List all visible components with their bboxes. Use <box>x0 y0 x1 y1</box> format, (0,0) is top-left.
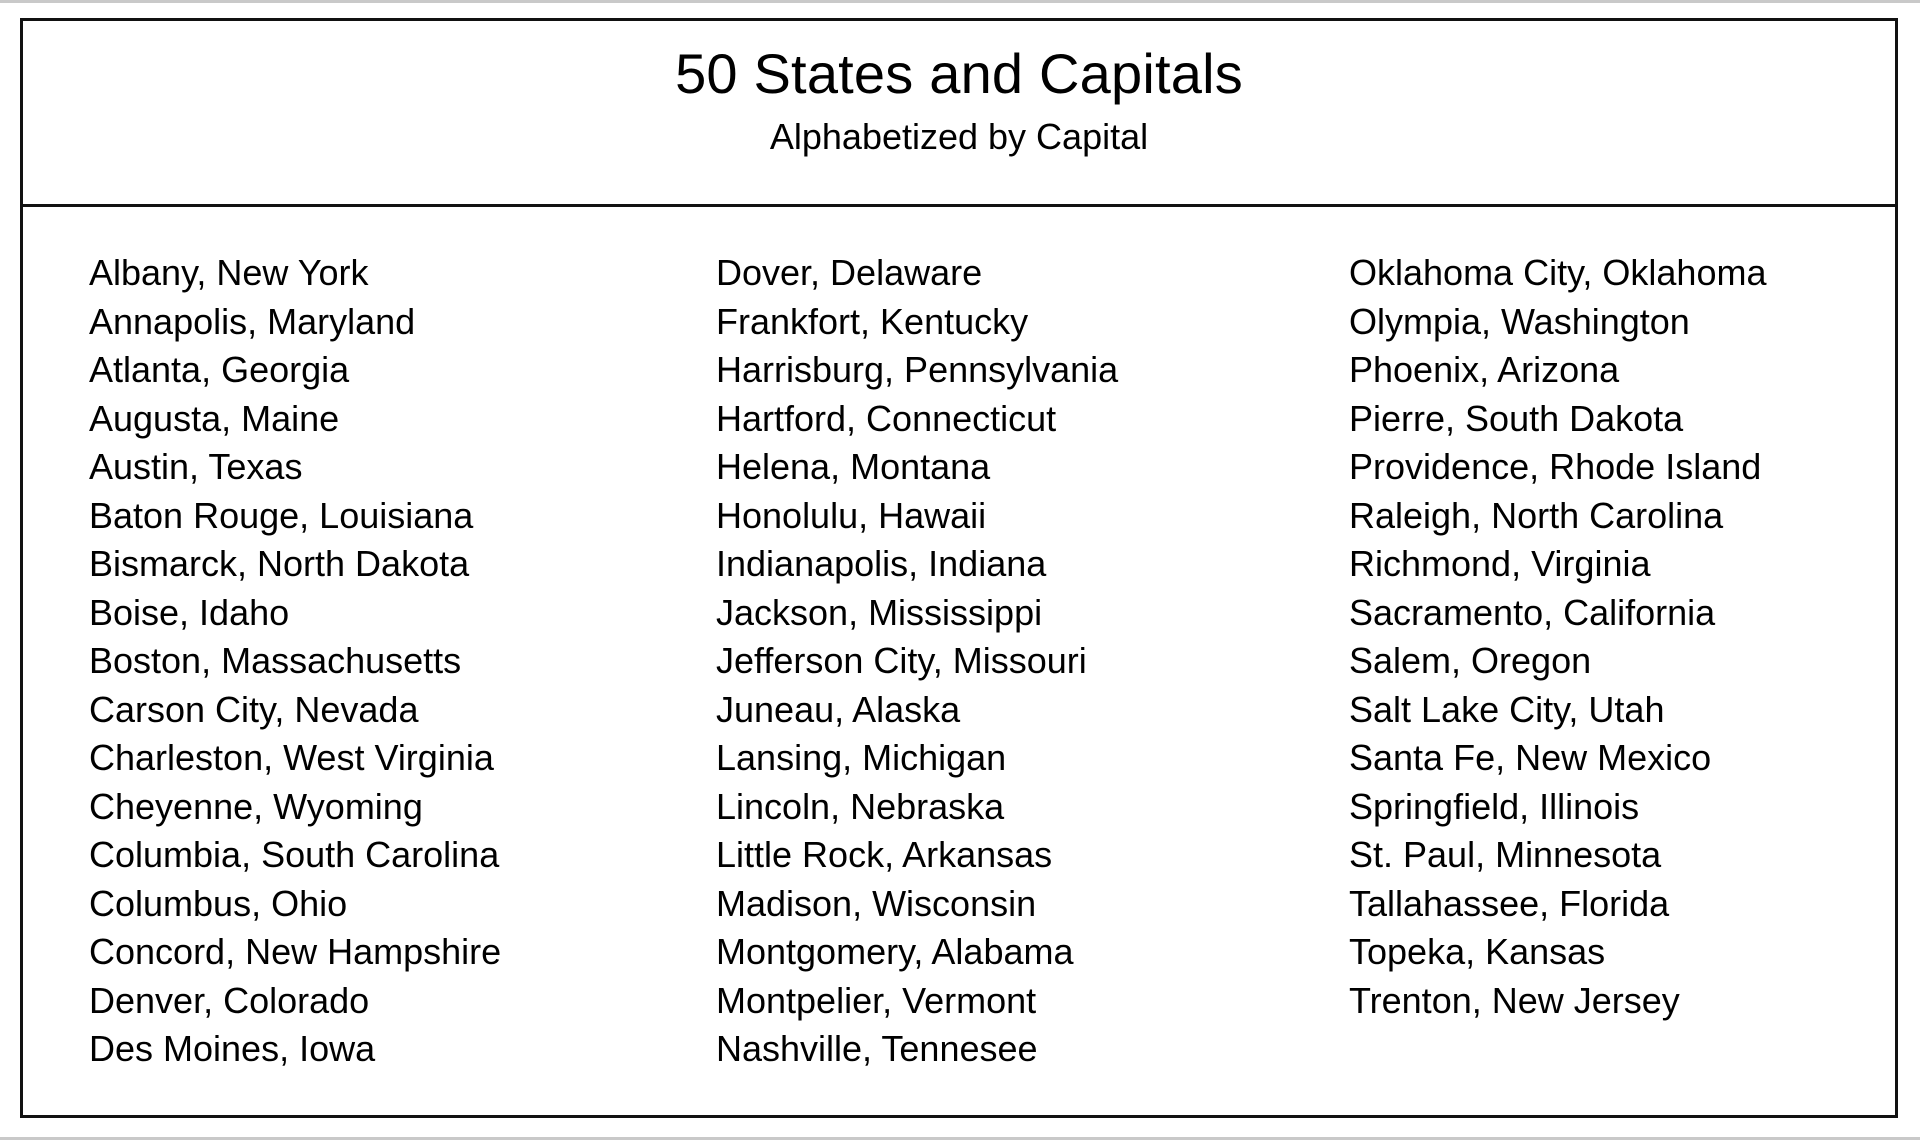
capitals-column-2: Dover, Delaware Frankfort, Kentucky Harr… <box>716 249 1316 1074</box>
list-item: Raleigh, North Carolina <box>1349 494 1724 536</box>
list-item: Carson City, Nevada <box>89 688 419 730</box>
list-item: Lincoln, Nebraska <box>716 785 1005 827</box>
list-item: Concord, New Hampshire <box>89 931 502 972</box>
document-frame: 50 States and Capitals Alphabetized by C… <box>20 18 1898 1118</box>
top-edge-rule <box>0 0 1920 3</box>
list-item: Honolulu, Hawaii <box>716 494 987 536</box>
list-item: Jackson, Mississippi <box>716 591 1043 633</box>
list-item: Salt Lake City, Utah <box>1349 688 1665 730</box>
list-item: Nashville, Tennesee <box>716 1028 1038 1069</box>
list-item: Augusta, Maine <box>89 397 340 439</box>
list-item: Indianapolis, Indiana <box>716 543 1047 584</box>
page-title: 50 States and Capitals <box>675 42 1243 105</box>
list-item: Salem, Oregon <box>1349 640 1592 681</box>
page-subtitle: Alphabetized by Capital <box>769 115 1149 157</box>
list-item: Providence, Rhode Island <box>1349 446 1762 487</box>
document-body: Albany, New York Annapolis, Maryland Atl… <box>23 207 1895 1115</box>
list-item: Boise, Idaho <box>89 591 290 633</box>
list-item: Atlanta, Georgia <box>89 349 350 390</box>
list-item: Pierre, South Dakota <box>1349 397 1684 439</box>
list-item: Phoenix, Arizona <box>1349 349 1620 390</box>
list-item: Frankfort, Kentucky <box>716 300 1029 342</box>
list-item: Boston, Massachusetts <box>89 640 462 681</box>
list-item: Little Rock, Arkansas <box>716 834 1053 875</box>
document-header: 50 States and Capitals Alphabetized by C… <box>23 21 1895 207</box>
list-item: Jefferson City, Missouri <box>716 640 1087 681</box>
list-item: Richmond, Virginia <box>1349 543 1651 584</box>
list-item: Hartford, Connecticut <box>716 397 1057 439</box>
list-item: Des Moines, Iowa <box>89 1028 376 1069</box>
capitals-column-3: Oklahoma City, Oklahoma Olympia, Washing… <box>1349 249 1889 1025</box>
list-item: Columbus, Ohio <box>89 882 348 924</box>
list-item: Charleston, West Virginia <box>89 737 494 778</box>
list-item: Oklahoma City, Oklahoma <box>1349 252 1767 293</box>
list-item: Trenton, New Jersey <box>1349 979 1680 1021</box>
list-item: Denver, Colorado <box>89 979 370 1021</box>
list-item: Columbia, South Carolina <box>89 834 500 875</box>
list-item: Montgomery, Alabama <box>716 931 1074 972</box>
list-item: Springfield, Illinois <box>1349 785 1640 827</box>
list-item: Madison, Wisconsin <box>716 882 1037 924</box>
list-item: Santa Fe, New Mexico <box>1349 737 1712 778</box>
list-item: Topeka, Kansas <box>1349 931 1606 972</box>
list-item: Bismarck, North Dakota <box>89 543 470 584</box>
list-item: Harrisburg, Pennsylvania <box>716 349 1119 390</box>
list-item: Lansing, Michigan <box>716 737 1007 778</box>
list-item: Annapolis, Maryland <box>89 300 416 342</box>
list-item: Baton Rouge, Louisiana <box>89 494 474 536</box>
capitals-list: Albany, New York Annapolis, Maryland Atl… <box>23 207 1895 1115</box>
list-item: Helena, Montana <box>716 446 991 487</box>
list-item: Tallahassee, Florida <box>1349 882 1670 924</box>
list-item: St. Paul, Minnesota <box>1349 834 1662 875</box>
capitals-column-1: Albany, New York Annapolis, Maryland Atl… <box>89 249 689 1074</box>
list-item: Cheyenne, Wyoming <box>89 785 423 827</box>
list-item: Olympia, Washington <box>1349 300 1690 342</box>
list-item: Montpelier, Vermont <box>716 979 1037 1021</box>
list-item: Sacramento, California <box>1349 591 1716 633</box>
list-item: Dover, Delaware <box>716 252 983 293</box>
list-item: Austin, Texas <box>89 446 303 487</box>
list-item: Albany, New York <box>89 252 369 293</box>
list-item: Juneau, Alaska <box>716 688 961 730</box>
